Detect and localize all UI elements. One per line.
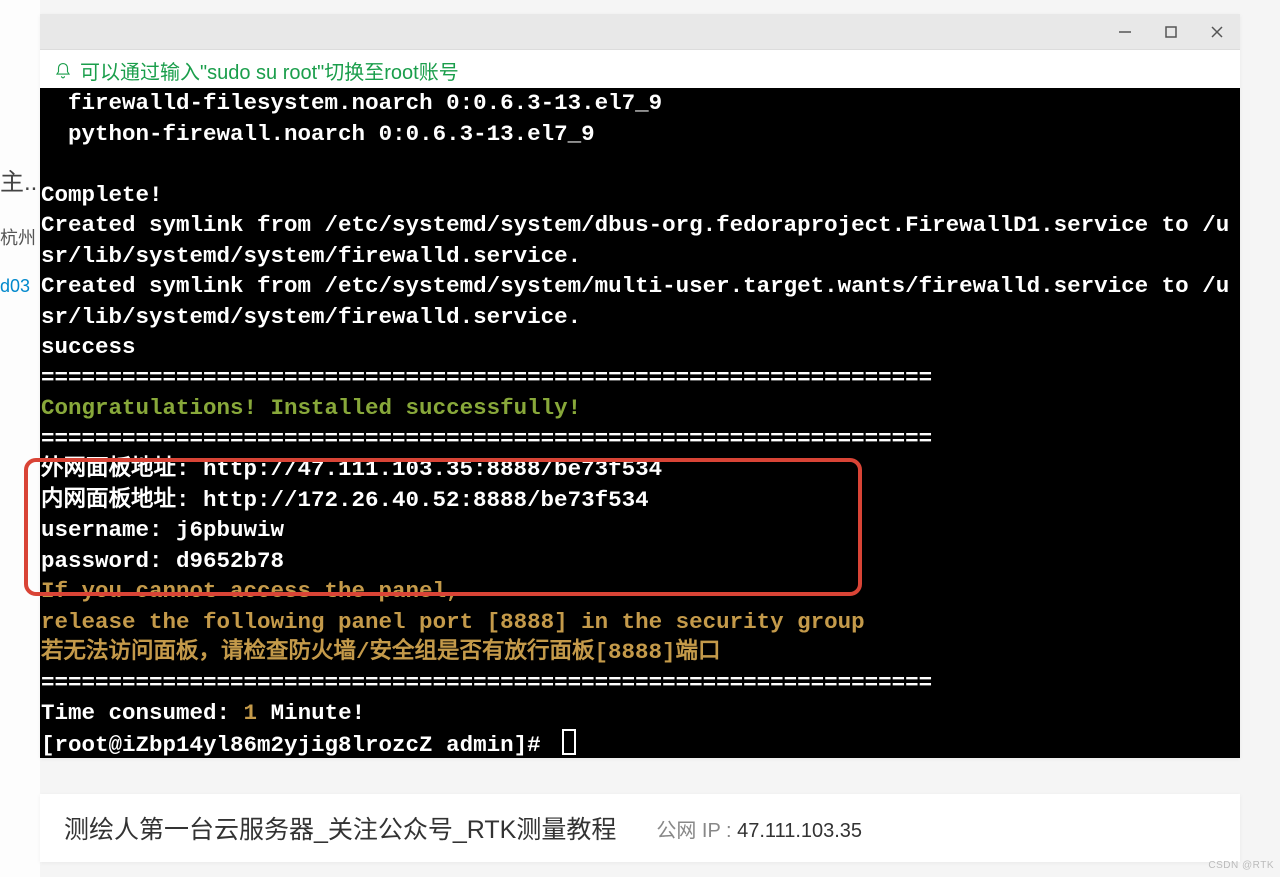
public-ip: 公网 IP : 47.111.103.35: [656, 814, 862, 843]
term-prompt: [root@iZbp14yl86m2yjig8lrozcZ admin]#: [41, 732, 576, 758]
titlebar-spacer: [40, 14, 1102, 49]
term-line: python-firewall.noarch 0:0.6.3-13.el7_9: [41, 121, 595, 147]
left-text-2: 杭州: [0, 224, 36, 250]
term-internal-addr: 内网面板地址: http://172.26.40.52:8888/be73f53…: [41, 487, 649, 513]
bell-icon: [54, 62, 72, 80]
term-separator: ========================================…: [41, 426, 932, 452]
term-separator: ========================================…: [41, 670, 932, 696]
term-success: success: [41, 334, 136, 360]
ip-value: 47.111.103.35: [737, 820, 862, 842]
terminal-window: 可以通过输入"sudo su root"切换至root账号 firewalld-…: [40, 14, 1240, 758]
close-button[interactable]: [1194, 14, 1240, 50]
term-line: firewalld-filesystem.noarch 0:0.6.3-13.e…: [41, 90, 662, 116]
term-external-addr: 外网面板地址: http://47.111.103.35:8888/be73f5…: [41, 456, 662, 482]
term-username: username: j6pbuwiw: [41, 517, 284, 543]
ip-label: 公网 IP :: [656, 820, 737, 842]
term-congrats: Congratulations! Installed successfully!: [41, 395, 581, 421]
term-warning: 若无法访问面板，请检查防火墙/安全组是否有放行面板[8888]端口: [41, 639, 721, 665]
minimize-icon: [1118, 25, 1132, 39]
term-password: password: d9652b78: [41, 548, 284, 574]
term-complete: Complete!: [41, 182, 163, 208]
minimize-button[interactable]: [1102, 14, 1148, 50]
term-time: Time consumed: 1 Minute!: [41, 700, 365, 726]
close-icon: [1210, 25, 1224, 39]
term-separator: ========================================…: [41, 365, 932, 391]
term-warning: release the following panel port [8888] …: [41, 609, 865, 635]
left-text-3: d03: [0, 276, 30, 297]
maximize-icon: [1164, 25, 1178, 39]
window-titlebar: [40, 14, 1240, 50]
maximize-button[interactable]: [1148, 14, 1194, 50]
watermark: CSDN @RTK: [1208, 860, 1274, 871]
left-text-1: 主..: [0, 162, 37, 197]
term-warning: If you cannot access the panel,: [41, 578, 460, 604]
instance-info-card: 测绘人第一台云服务器_关注公众号_RTK测量教程 公网 IP : 47.111.…: [40, 794, 1240, 862]
instance-title: 测绘人第一台云服务器_关注公众号_RTK测量教程: [64, 810, 616, 846]
terminal-output[interactable]: firewalld-filesystem.noarch 0:0.6.3-13.e…: [40, 88, 1240, 758]
hint-bar: 可以通过输入"sudo su root"切换至root账号: [54, 56, 459, 85]
cursor-icon: [562, 729, 576, 755]
hint-text: 可以通过输入"sudo su root"切换至root账号: [80, 56, 459, 85]
left-sidebar-sliver: 主.. 杭州 d03: [0, 0, 40, 877]
term-symlink: Created symlink from /etc/systemd/system…: [41, 273, 1229, 330]
term-symlink: Created symlink from /etc/systemd/system…: [41, 212, 1229, 269]
